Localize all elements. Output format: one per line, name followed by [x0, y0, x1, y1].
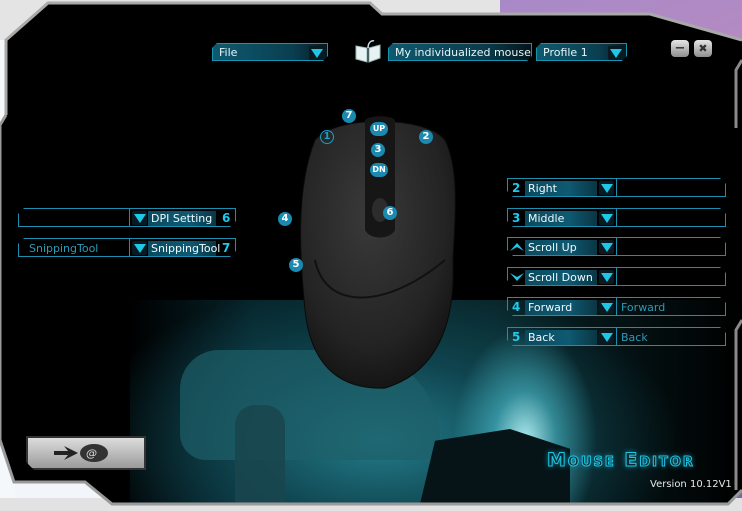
- binding-row: 3 Middle Button: [507, 208, 726, 227]
- binding-row-6: DPI Setting 6: [18, 208, 236, 227]
- binding-value: SnippingTool: [29, 242, 99, 255]
- scroll-down-icon: [510, 272, 524, 283]
- file-menu-dropdown[interactable]: File: [212, 43, 328, 61]
- book-icon: [355, 40, 381, 63]
- binding-value-field[interactable]: Forward: [616, 297, 726, 316]
- binding-assignment-label: Back: [525, 330, 597, 345]
- binding-value-field[interactable]: SnippingTool: [18, 238, 130, 257]
- binding-value-field[interactable]: [616, 237, 726, 256]
- binding-row: 5 Back Back: [507, 327, 726, 346]
- minimize-button[interactable]: −: [671, 40, 689, 57]
- binding-row: 4 Forward Forward: [507, 297, 726, 316]
- callout-scroll-up: UP: [370, 122, 388, 136]
- binding-row: Scroll Up: [507, 237, 726, 256]
- binding-number: 6: [222, 211, 231, 225]
- chevron-down-icon: [599, 240, 614, 254]
- binding-row-7: SnippingTool SnippingTool 7: [18, 238, 236, 257]
- arrow-logo-icon: @: [28, 438, 144, 468]
- profile-name-field[interactable]: My individualized mouse: [388, 43, 532, 61]
- binding-assignment-dropdown[interactable]: DPI Setting 6: [129, 208, 236, 227]
- chevron-down-icon: [599, 211, 614, 225]
- binding-assignment-label: Scroll Down: [525, 270, 597, 285]
- binding-assignment-dropdown[interactable]: 2 Right Button: [507, 178, 617, 197]
- app-brand-title: Mouse Editor: [547, 449, 695, 472]
- chevron-down-icon: [132, 241, 147, 255]
- binding-assignment-label: Forward: [525, 300, 597, 315]
- callout-scroll-down: DN: [370, 163, 388, 177]
- chevron-down-icon: [132, 211, 147, 225]
- profile-select-value: Profile 1: [543, 46, 588, 59]
- chevron-down-icon: [599, 270, 614, 284]
- binding-row: 2 Right Button: [507, 178, 726, 197]
- binding-assignment-label: DPI Setting: [148, 211, 216, 226]
- close-icon: ✖: [698, 42, 708, 55]
- binding-value-field[interactable]: [616, 267, 726, 286]
- binding-number: 7: [222, 241, 231, 255]
- callout-button-4: 4: [278, 212, 292, 226]
- binding-value-field[interactable]: [18, 208, 130, 227]
- chevron-down-icon: [608, 46, 623, 60]
- binding-value-field[interactable]: Back: [616, 327, 726, 346]
- svg-text:@: @: [86, 447, 97, 460]
- callout-button-3: 3: [371, 143, 385, 157]
- binding-row: Scroll Down: [507, 267, 726, 286]
- chevron-down-icon: [309, 46, 324, 60]
- binding-assignment-label: Right Button: [525, 181, 597, 196]
- binding-assignment-label: SnippingTool: [148, 241, 216, 256]
- binding-assignment-dropdown[interactable]: 3 Middle Button: [507, 208, 617, 227]
- profile-name-value: My individualized mouse: [395, 46, 531, 59]
- callout-button-6: 6: [383, 206, 397, 220]
- binding-value-field[interactable]: [616, 208, 726, 227]
- binding-assignment-dropdown[interactable]: SnippingTool 7: [129, 238, 236, 257]
- binding-assignment-dropdown[interactable]: 4 Forward: [507, 297, 617, 316]
- scroll-up-icon: [510, 241, 524, 252]
- close-button[interactable]: ✖: [694, 40, 712, 57]
- chevron-down-icon: [599, 300, 614, 314]
- minimize-icon: −: [674, 41, 686, 56]
- binding-assignment-label: Middle Button: [525, 211, 597, 226]
- binding-assignment-dropdown[interactable]: Scroll Up: [507, 237, 617, 256]
- callout-button-5: 5: [289, 258, 303, 272]
- chevron-down-icon: [599, 181, 614, 195]
- binding-assignment-label: Scroll Up: [525, 240, 597, 255]
- binding-number: 5: [512, 330, 521, 344]
- callout-button-2: 2: [419, 130, 433, 144]
- chevron-down-icon: [599, 330, 614, 344]
- binding-number: 4: [512, 300, 521, 314]
- binding-value: Forward: [621, 301, 666, 314]
- binding-assignment-dropdown[interactable]: 5 Back: [507, 327, 617, 346]
- binding-assignment-dropdown[interactable]: Scroll Down: [507, 267, 617, 286]
- binding-value: Back: [621, 331, 648, 344]
- file-menu-label: File: [219, 46, 238, 59]
- brand-logo-button[interactable]: @: [26, 436, 146, 470]
- binding-number: 2: [512, 181, 521, 195]
- callout-button-7: 7: [342, 109, 356, 123]
- version-label: Version 10.12V1: [650, 479, 732, 490]
- soldier-graphic: [235, 405, 285, 504]
- binding-number: 3: [512, 211, 521, 225]
- profile-select-dropdown[interactable]: Profile 1: [536, 43, 627, 61]
- callout-button-1: 1: [320, 130, 334, 144]
- binding-value-field[interactable]: [616, 178, 726, 197]
